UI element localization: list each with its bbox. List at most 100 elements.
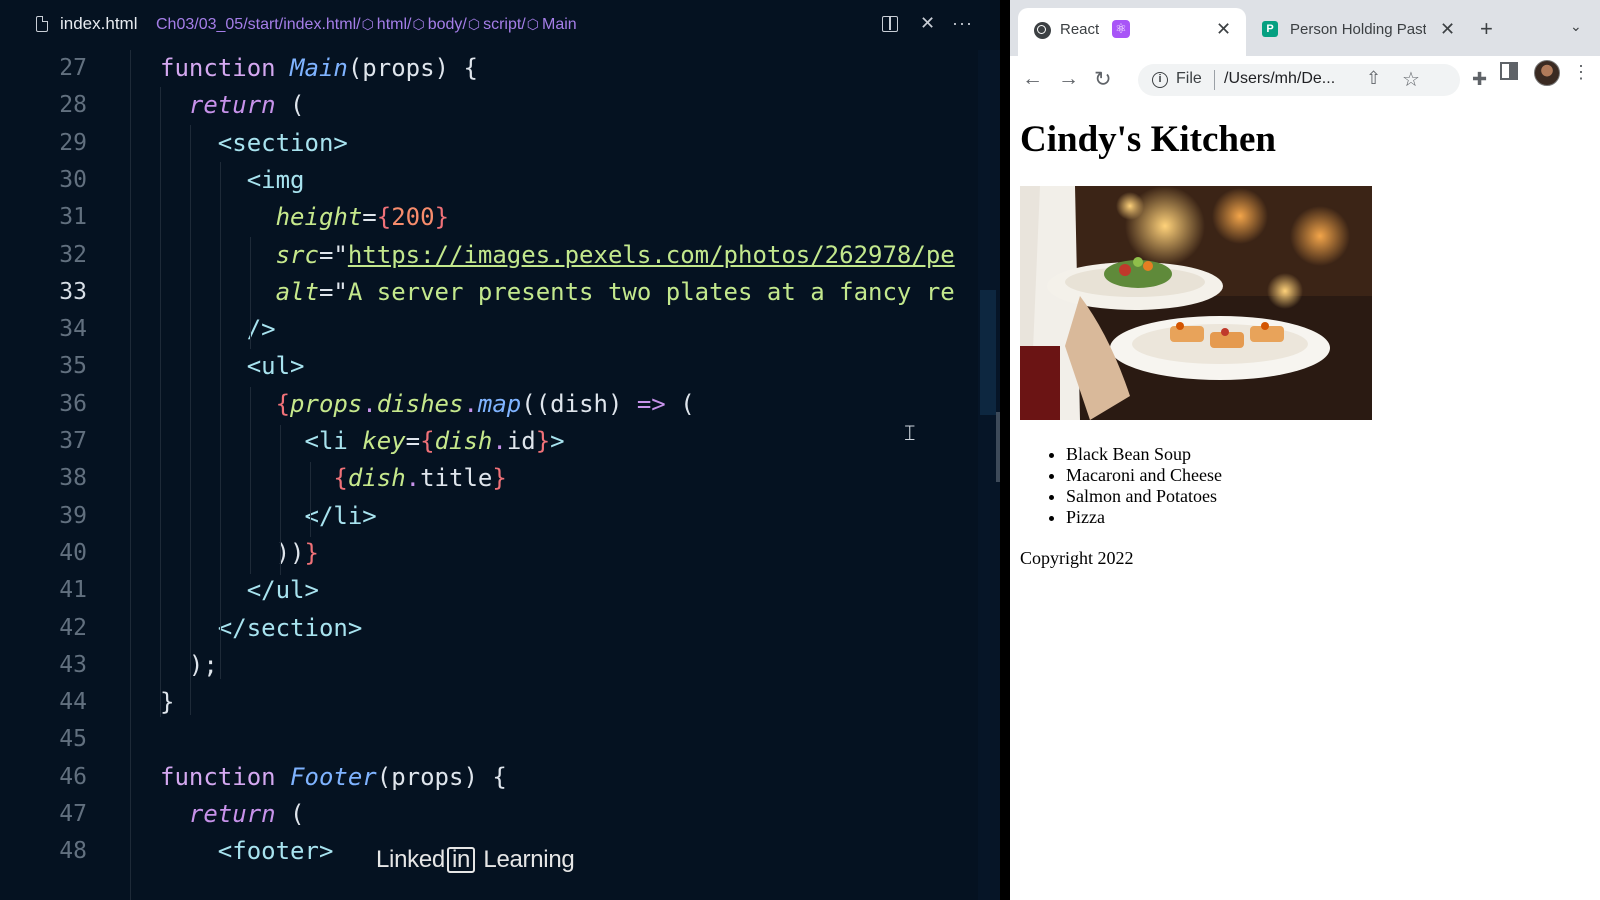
line-number: 41 xyxy=(59,577,87,604)
code-token: <img xyxy=(246,165,305,194)
address-bar[interactable]: i File /Users/mh/De... ⇧ ☆ xyxy=(1138,64,1460,96)
split-editor-icon[interactable] xyxy=(882,16,898,32)
code-line[interactable]: 39 </li> xyxy=(0,498,980,535)
code-line[interactable]: 42 </section> xyxy=(0,610,980,647)
code-text: } xyxy=(160,684,174,721)
code-editor[interactable]: index.html Ch03/03_05/start/index.html/⬡… xyxy=(0,0,1000,900)
footer-copyright: Copyright 2022 xyxy=(1020,548,1134,568)
line-number: 37 xyxy=(59,428,87,454)
indent-guide xyxy=(250,237,251,349)
line-number: 30 xyxy=(59,166,87,193)
extensions-icon[interactable]: ✚ xyxy=(1472,69,1487,90)
scrollbar-thumb[interactable] xyxy=(980,290,996,415)
info-icon[interactable]: i xyxy=(1152,72,1168,88)
code-token: { xyxy=(420,427,435,455)
code-line[interactable]: 40 ))} xyxy=(0,535,980,572)
code-line[interactable]: 41 </ul> xyxy=(0,572,980,609)
code-area[interactable]: 27 function Main(props) {28 return (29 <s… xyxy=(0,50,1000,900)
code-line[interactable]: 36 {props.dishes.map((dish) => ( xyxy=(0,386,980,423)
code-line[interactable]: 46 function Footer(props) { xyxy=(0,759,980,796)
tab-react[interactable]: React ⚛ ✕ xyxy=(1018,8,1246,56)
code-line[interactable]: 44} xyxy=(0,684,980,721)
code-line[interactable]: 33 alt="A server presents two plates at … xyxy=(0,274,980,311)
forward-icon[interactable]: → xyxy=(1058,67,1079,91)
code-line[interactable]: 30 <img xyxy=(0,162,980,199)
code-text: <section> xyxy=(160,125,348,162)
code-line[interactable]: 29 <section> xyxy=(0,125,980,162)
code-token: { xyxy=(376,203,392,232)
code-line[interactable]: 35 <ul> xyxy=(0,348,980,385)
code-token: dishes xyxy=(376,389,464,418)
close-tab-icon[interactable]: ✕ xyxy=(1440,19,1455,40)
breadcrumb-segment[interactable]: Ch03/03_05/start/index.html/ xyxy=(156,16,361,33)
line-number: 42 xyxy=(59,614,87,641)
code-line[interactable]: 45 xyxy=(0,721,980,758)
code-text: src="https://images.pexels.com/photos/26… xyxy=(160,237,955,274)
code-line[interactable]: 34 /> xyxy=(0,311,980,348)
code-line[interactable]: 32 src="https://images.pexels.com/photos… xyxy=(0,237,980,274)
overview-ruler-marker xyxy=(996,412,1000,482)
tab-pexels[interactable]: P Person Holding Pastr ✕ xyxy=(1250,8,1468,56)
code-token: height xyxy=(275,203,363,232)
code-token: { xyxy=(333,464,348,493)
code-token: function xyxy=(160,762,291,791)
breadcrumb-segment[interactable]: script/ xyxy=(483,16,526,33)
code-line[interactable]: 38 {dish.title} xyxy=(0,460,980,497)
globe-icon xyxy=(1034,22,1051,39)
breadcrumb-segment[interactable]: Main xyxy=(542,16,577,33)
line-number: 36 xyxy=(59,390,87,417)
code-text: function Footer(props) { xyxy=(160,759,507,796)
code-line[interactable]: 27 function Main(props) { xyxy=(0,50,980,87)
line-number: 32 xyxy=(59,241,87,268)
close-icon[interactable]: ✕ xyxy=(920,13,935,34)
pexels-icon: P xyxy=(1262,21,1278,37)
cube-icon: ⬡ xyxy=(467,16,481,32)
watermark-text: Learning xyxy=(477,846,575,873)
editor-tab-filename[interactable]: index.html xyxy=(60,14,137,34)
side-panel-icon[interactable] xyxy=(1500,62,1518,80)
close-tab-icon[interactable]: ✕ xyxy=(1216,19,1231,40)
share-icon[interactable]: ⇧ xyxy=(1366,68,1381,89)
code-token: } xyxy=(492,464,507,493)
indent-guide xyxy=(130,50,131,900)
code-token: . xyxy=(362,389,377,418)
back-icon[interactable]: ← xyxy=(1022,67,1043,91)
code-line[interactable]: 47 return ( xyxy=(0,796,980,833)
avatar[interactable] xyxy=(1534,60,1560,86)
code-text: height={200} xyxy=(160,199,449,236)
code-text: </ul> xyxy=(160,572,319,609)
cube-icon: ⬡ xyxy=(361,16,374,32)
line-number: 46 xyxy=(59,763,87,790)
code-line[interactable]: 37 <li key={dish.id}> xyxy=(0,423,980,460)
line-number: 28 xyxy=(59,92,87,119)
breadcrumb-segment[interactable]: body/ xyxy=(428,16,467,33)
reload-icon[interactable]: ↻ xyxy=(1094,67,1112,92)
code-token: /> xyxy=(246,315,276,344)
code-token: map xyxy=(477,389,522,418)
code-text: function Main(props) { xyxy=(160,50,478,87)
code-line[interactable]: 43 ); xyxy=(0,647,980,684)
new-tab-icon[interactable]: + xyxy=(1480,16,1493,42)
code-token: (props) { xyxy=(347,54,478,82)
code-line[interactable]: 28 return ( xyxy=(0,87,980,124)
more-actions-icon[interactable]: ··· xyxy=(952,13,973,34)
code-token: key xyxy=(362,427,406,455)
chevron-down-icon[interactable]: ⌄ xyxy=(1570,18,1582,35)
code-token: . xyxy=(492,427,507,455)
url-path[interactable]: /Users/mh/De... xyxy=(1224,70,1335,88)
code-token: alt xyxy=(275,277,319,306)
breadcrumb-segment[interactable]: html/ xyxy=(377,16,412,33)
code-line[interactable]: 31 height={200} xyxy=(0,199,980,236)
bookmark-star-icon[interactable]: ☆ xyxy=(1402,67,1420,92)
code-token: } xyxy=(434,203,450,232)
code-token: return xyxy=(188,800,276,828)
breadcrumb: Ch03/03_05/start/index.html/⬡ html/⬡ body/… xyxy=(156,16,577,34)
code-token: ); xyxy=(188,650,218,679)
kebab-menu-icon[interactable]: ⋮ xyxy=(1572,62,1590,83)
code-token: 200 xyxy=(391,203,435,232)
